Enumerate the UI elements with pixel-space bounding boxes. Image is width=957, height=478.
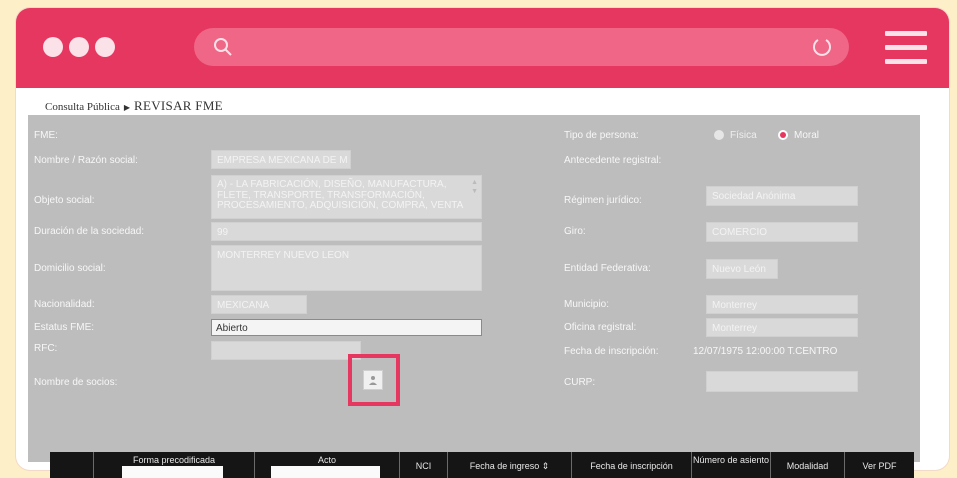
reload-icon[interactable] [811, 36, 833, 58]
column-expand [50, 452, 94, 478]
oficina-field[interactable]: Monterrey [706, 318, 858, 337]
socios-label: Nombre de socios: [34, 377, 118, 388]
breadcrumb-root[interactable]: Consulta Pública [45, 101, 120, 113]
nacionalidad-label: Nacionalidad: [34, 299, 95, 310]
curp-field[interactable] [706, 371, 858, 392]
browser-toolbar [16, 8, 949, 88]
column-forma-precodificada[interactable]: Forma precodificada [94, 452, 255, 478]
estatus-label: Estatus FME: [34, 322, 95, 333]
domicilio-textarea[interactable]: MONTERREY NUEVO LEON [211, 245, 482, 291]
column-numero-asiento[interactable]: Número de asiento [692, 452, 771, 478]
column-modalidad[interactable]: Modalidad [771, 452, 845, 478]
entidad-field[interactable]: Nuevo León [706, 259, 778, 279]
hamburger-menu-icon[interactable] [885, 31, 927, 65]
results-table-header: Forma precodificada Acto NCI Fecha de in… [50, 452, 914, 478]
acto-filter-input[interactable] [271, 466, 380, 478]
fme-form-panel: FME: Nombre / Razón social: EMPRESA MEXI… [28, 115, 920, 462]
column-acto[interactable]: Acto [255, 452, 400, 478]
column-fecha-inscripcion[interactable]: Fecha de inscripción [572, 452, 692, 478]
estatus-field[interactable]: Abierto [211, 319, 482, 336]
rfc-label: RFC: [34, 343, 58, 354]
search-icon[interactable] [212, 36, 234, 58]
radio-fisica[interactable] [714, 130, 724, 140]
objeto-label: Objeto social: [34, 195, 95, 206]
address-bar[interactable] [194, 28, 849, 66]
highlight-box [348, 354, 400, 406]
municipio-field[interactable]: Monterrey [706, 295, 858, 314]
scroll-arrows-icon[interactable]: ▲ ▼ [471, 178, 478, 196]
column-fecha-ingreso[interactable]: Fecha de ingreso ⇕ [448, 452, 572, 478]
antecedente-label: Antecedente registral: [564, 155, 662, 166]
curp-label: CURP: [564, 377, 596, 388]
domicilio-label: Domicilio social: [34, 263, 106, 274]
breadcrumb: Consulta Pública ▶ REVISAR FME [45, 98, 223, 114]
window-maximize-dot[interactable] [95, 37, 115, 57]
fecha-inscripcion-value: 12/07/1975 12:00:00 T.CENTRO [693, 346, 838, 357]
breadcrumb-arrow-icon: ▶ [123, 103, 131, 112]
nacionalidad-field[interactable]: MEXICANA [211, 295, 307, 314]
nombre-label: Nombre / Razón social: [34, 155, 138, 166]
window-minimize-dot[interactable] [69, 37, 89, 57]
tipo-persona-label: Tipo de persona: [564, 130, 639, 141]
radio-moral[interactable] [778, 130, 788, 140]
objeto-textarea[interactable]: A) - LA FABRICACIÓN, DISEÑO, MANUFACTURA… [211, 175, 482, 219]
fecha-inscripcion-label: Fecha de inscripción: [564, 346, 659, 357]
regimen-field[interactable]: Sociedad Anónima [706, 186, 858, 206]
radio-fisica-label: Física [730, 130, 757, 141]
forma-filter-input[interactable] [122, 466, 223, 478]
giro-field[interactable]: COMERCIO [706, 222, 858, 242]
entidad-label: Entidad Federativa: [564, 263, 651, 274]
oficina-label: Oficina registral: [564, 322, 637, 333]
rfc-field[interactable] [211, 341, 361, 360]
window-close-dot[interactable] [43, 37, 63, 57]
duracion-field[interactable]: 99 [211, 222, 482, 241]
regimen-label: Régimen jurídico: [564, 195, 642, 206]
column-ver-pdf[interactable]: Ver PDF [845, 452, 914, 478]
duracion-label: Duración de la sociedad: [34, 226, 145, 237]
fme-label: FME: [34, 130, 58, 141]
objeto-text: A) - LA FABRICACIÓN, DISEÑO, MANUFACTURA… [217, 179, 464, 211]
breadcrumb-current: REVISAR FME [134, 98, 223, 113]
giro-label: Giro: [564, 226, 586, 237]
municipio-label: Municipio: [564, 299, 610, 310]
nombre-field[interactable]: EMPRESA MEXICANA DE M [211, 150, 351, 169]
column-nci[interactable]: NCI [400, 452, 448, 478]
radio-moral-label: Moral [794, 130, 820, 141]
